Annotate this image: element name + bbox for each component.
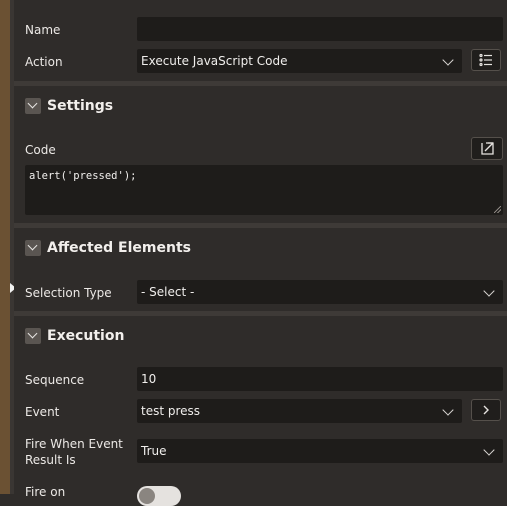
event-value: test press <box>141 404 201 418</box>
chevron-down-icon <box>483 285 495 297</box>
chevron-down-icon <box>442 404 454 416</box>
settings-toggle[interactable] <box>25 98 41 114</box>
affected-elements-section-header[interactable]: Affected Elements <box>14 228 507 268</box>
fire-when-value: True <box>141 444 167 458</box>
sequence-label: Sequence <box>25 373 85 387</box>
execution-section-header[interactable]: Execution <box>14 316 507 356</box>
code-label: Code <box>25 143 56 157</box>
chevron-down-icon <box>27 98 38 109</box>
code-editor-content: alert('pressed'); <box>29 170 137 182</box>
affected-elements-toggle[interactable] <box>25 240 41 256</box>
chevron-right-icon <box>483 405 489 415</box>
resize-grip-icon[interactable] <box>494 206 501 213</box>
name-label: Name <box>25 23 61 37</box>
chevron-down-icon <box>27 240 38 251</box>
expand-icon <box>481 142 494 155</box>
sequence-value: 10 <box>141 372 157 386</box>
code-expand-button[interactable] <box>471 137 503 160</box>
action-select-value: Execute JavaScript Code <box>141 54 288 68</box>
chevron-down-icon <box>27 328 38 339</box>
fire-on-toggle-switch[interactable] <box>137 486 181 506</box>
event-label: Event <box>25 405 60 419</box>
selection-type-select[interactable]: - Select - <box>137 280 503 304</box>
code-editor[interactable]: alert('pressed'); <box>25 165 503 215</box>
fire-on-label: Fire on <box>25 485 66 499</box>
chevron-down-icon <box>483 444 495 456</box>
event-go-button[interactable] <box>471 399 501 421</box>
fire-when-label-line2: Result Is <box>25 453 76 467</box>
execution-toggle[interactable] <box>25 328 41 344</box>
action-select[interactable]: Execute JavaScript Code <box>137 49 462 73</box>
settings-section-header[interactable]: Settings <box>14 86 507 126</box>
execution-title: Execution <box>47 328 125 344</box>
fire-when-label-line1: Fire When Event <box>25 437 123 451</box>
property-editor: Name Action Execute JavaScript Code Sett… <box>14 0 507 506</box>
action-list-button[interactable] <box>471 49 501 71</box>
switch-knob <box>139 488 155 504</box>
list-icon <box>479 53 492 67</box>
name-input[interactable] <box>137 17 503 41</box>
sequence-input[interactable]: 10 <box>137 367 503 391</box>
settings-title: Settings <box>47 98 114 114</box>
selection-type-value: - Select - <box>141 285 195 299</box>
selection-type-label: Selection Type <box>25 286 112 300</box>
event-select[interactable]: test press <box>137 399 462 423</box>
page-left-edge-bar <box>0 0 10 494</box>
affected-elements-title: Affected Elements <box>47 240 191 256</box>
chevron-down-icon <box>442 54 454 66</box>
action-label: Action <box>25 55 63 69</box>
fire-when-select[interactable]: True <box>137 439 503 463</box>
